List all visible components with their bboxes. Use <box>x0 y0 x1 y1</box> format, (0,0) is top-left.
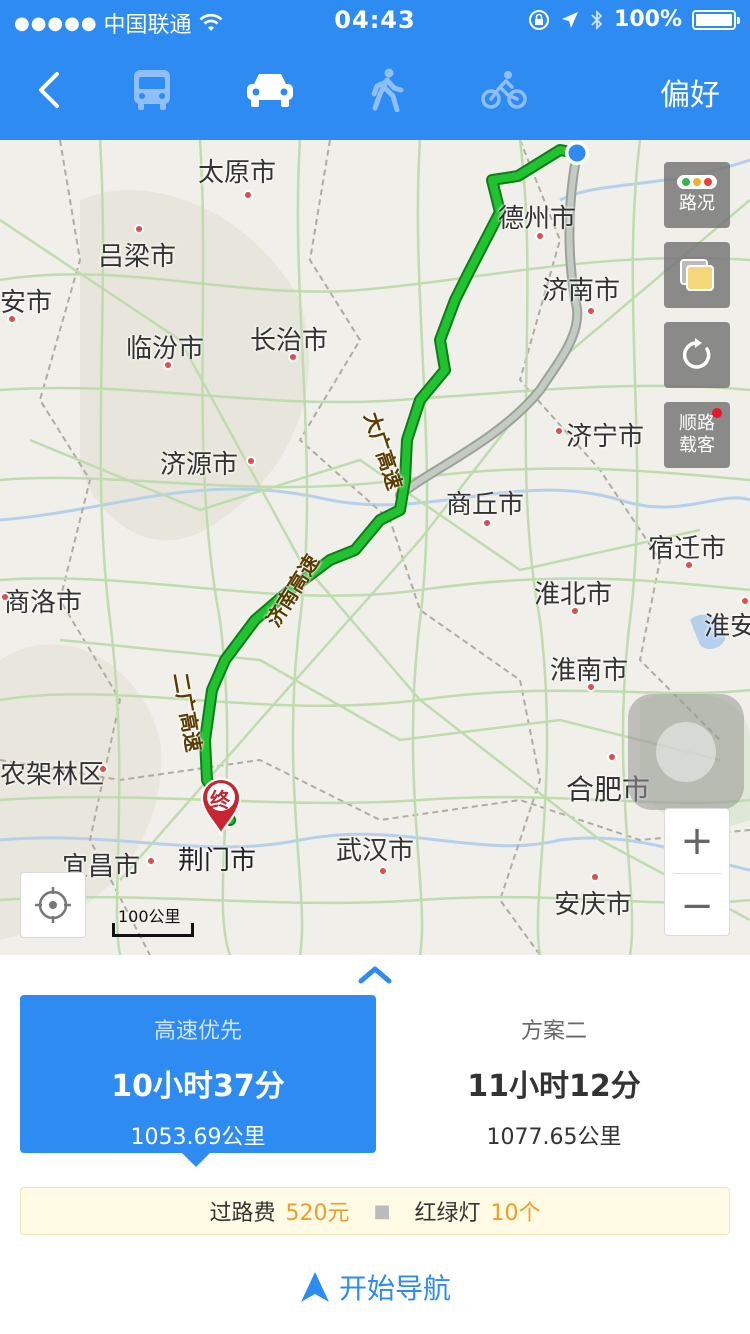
city-label: 商洛市 <box>4 588 83 618</box>
location-arrow-icon <box>562 11 579 28</box>
city-dot <box>0 592 10 602</box>
city-dot <box>134 224 144 234</box>
zoom-in-button[interactable]: + <box>665 809 729 873</box>
city-label: 济南市 <box>542 276 621 306</box>
route-nav-row: 偏好 <box>0 50 750 130</box>
bike-icon <box>481 71 527 109</box>
city-dot <box>570 606 580 616</box>
selected-pointer <box>182 1153 210 1167</box>
city-label: 安庆市 <box>554 890 633 920</box>
mode-bike-tab[interactable] <box>474 62 534 118</box>
city-label: 农架林区 <box>0 760 105 790</box>
scale-bar <box>112 923 194 937</box>
refresh-button[interactable] <box>664 322 730 388</box>
city-dot <box>482 518 492 528</box>
crosshair-icon <box>35 887 71 923</box>
back-button[interactable] <box>20 62 80 118</box>
city-dot <box>590 872 600 882</box>
city-dot <box>607 752 617 762</box>
city-label: 济源市 <box>160 450 239 480</box>
city-dot <box>246 456 256 466</box>
top-bar: ●●●●● 中国联通 04:43 100% 偏好 <box>0 0 750 140</box>
traffic-lights-value: 10个 <box>490 1201 541 1226</box>
battery-icon <box>692 9 740 30</box>
car-icon <box>247 74 293 107</box>
city-label: 荆门市 <box>178 846 257 876</box>
city-label: 长治市 <box>250 326 329 356</box>
separator-dot: ■ <box>373 1200 391 1222</box>
ride-share-label-1: 顺路 <box>679 413 715 434</box>
walk-icon <box>371 68 404 112</box>
route-map[interactable]: 大广高速 济南高速 二广高速 太原市 吕梁市 安市 临汾市 长治市 德州市 济南… <box>0 140 750 955</box>
mode-bus-tab[interactable] <box>122 62 182 118</box>
zoom-control: + − <box>664 808 730 936</box>
start-navigation-button[interactable]: 开始导航 <box>0 1267 750 1307</box>
status-bar: ●●●●● 中国联通 04:43 100% <box>0 0 750 42</box>
bus-icon <box>134 70 170 110</box>
notification-dot <box>712 408 722 418</box>
route-distance: 1077.65公里 <box>486 1125 622 1150</box>
toll-value: 520元 <box>285 1201 350 1226</box>
route-duration: 11小时12分 <box>467 1069 641 1104</box>
route-option-1[interactable]: 高速优先 10小时37分 1053.69公里 <box>20 995 376 1167</box>
traffic-toggle-button[interactable]: 路况 <box>664 162 730 228</box>
mode-walk-tab[interactable] <box>357 62 417 118</box>
city-dot <box>378 866 388 876</box>
navigation-arrow-icon <box>300 1272 329 1302</box>
traffic-lights-label: 红绿灯 <box>414 1201 481 1226</box>
city-dot <box>740 596 750 606</box>
city-dot <box>535 231 545 241</box>
city-label: 商丘市 <box>446 490 525 520</box>
end-marker: 终 <box>198 776 244 837</box>
city-label: 安市 <box>0 288 53 318</box>
layers-button[interactable] <box>664 242 730 308</box>
chevron-up-icon[interactable] <box>357 963 393 985</box>
chevron-left-icon <box>39 72 59 108</box>
city-label: 武汉市 <box>336 836 415 866</box>
route-distance: 1053.69公里 <box>130 1125 266 1150</box>
city-dot <box>243 190 253 200</box>
status-right: 100% <box>528 7 740 32</box>
route-panel: 高速优先 10小时37分 1053.69公里 方案二 11小时12分 1077.… <box>0 955 750 1334</box>
battery-percent: 100% <box>614 7 682 32</box>
city-dot <box>288 352 298 362</box>
zoom-out-button[interactable]: − <box>665 874 729 938</box>
traffic-label: 路况 <box>679 193 715 214</box>
city-label: 吕梁市 <box>98 242 177 272</box>
city-dot <box>684 560 694 570</box>
rotation-lock-icon <box>529 9 550 30</box>
bluetooth-icon <box>591 9 603 30</box>
preferences-button[interactable]: 偏好 <box>660 70 720 114</box>
city-dot <box>98 764 108 774</box>
refresh-icon <box>682 338 711 369</box>
ride-share-button[interactable]: 顺路 载客 <box>664 402 730 468</box>
city-label: 太原市 <box>198 158 277 188</box>
trip-info-bar: 过路费 520元 ■ 红绿灯 10个 <box>20 1187 730 1235</box>
mode-car-tab[interactable] <box>240 62 300 118</box>
city-dot <box>146 856 156 866</box>
end-marker-label: 终 <box>210 788 230 812</box>
city-label: 淮安 <box>704 612 750 642</box>
route-label: 高速优先 <box>153 1019 242 1044</box>
layers-icon <box>680 259 714 291</box>
traffic-light-icon <box>677 175 717 189</box>
city-dot <box>163 360 173 370</box>
city-dot <box>554 426 564 436</box>
city-dot <box>586 682 596 692</box>
city-label: 济宁市 <box>566 422 645 452</box>
start-navigation-label: 开始导航 <box>338 1272 451 1305</box>
route-option-2[interactable]: 方案二 11小时12分 1077.65公里 <box>376 995 732 1153</box>
city-label: 德州市 <box>498 204 577 234</box>
assistive-touch-button[interactable] <box>628 694 744 810</box>
ride-share-label-2: 载客 <box>679 435 715 456</box>
city-dot <box>7 314 17 324</box>
route-label: 方案二 <box>520 1019 587 1044</box>
locate-me-button[interactable] <box>20 872 86 938</box>
toll-label: 过路费 <box>209 1201 276 1226</box>
city-dot <box>586 306 596 316</box>
route-duration: 10小时37分 <box>111 1069 285 1104</box>
